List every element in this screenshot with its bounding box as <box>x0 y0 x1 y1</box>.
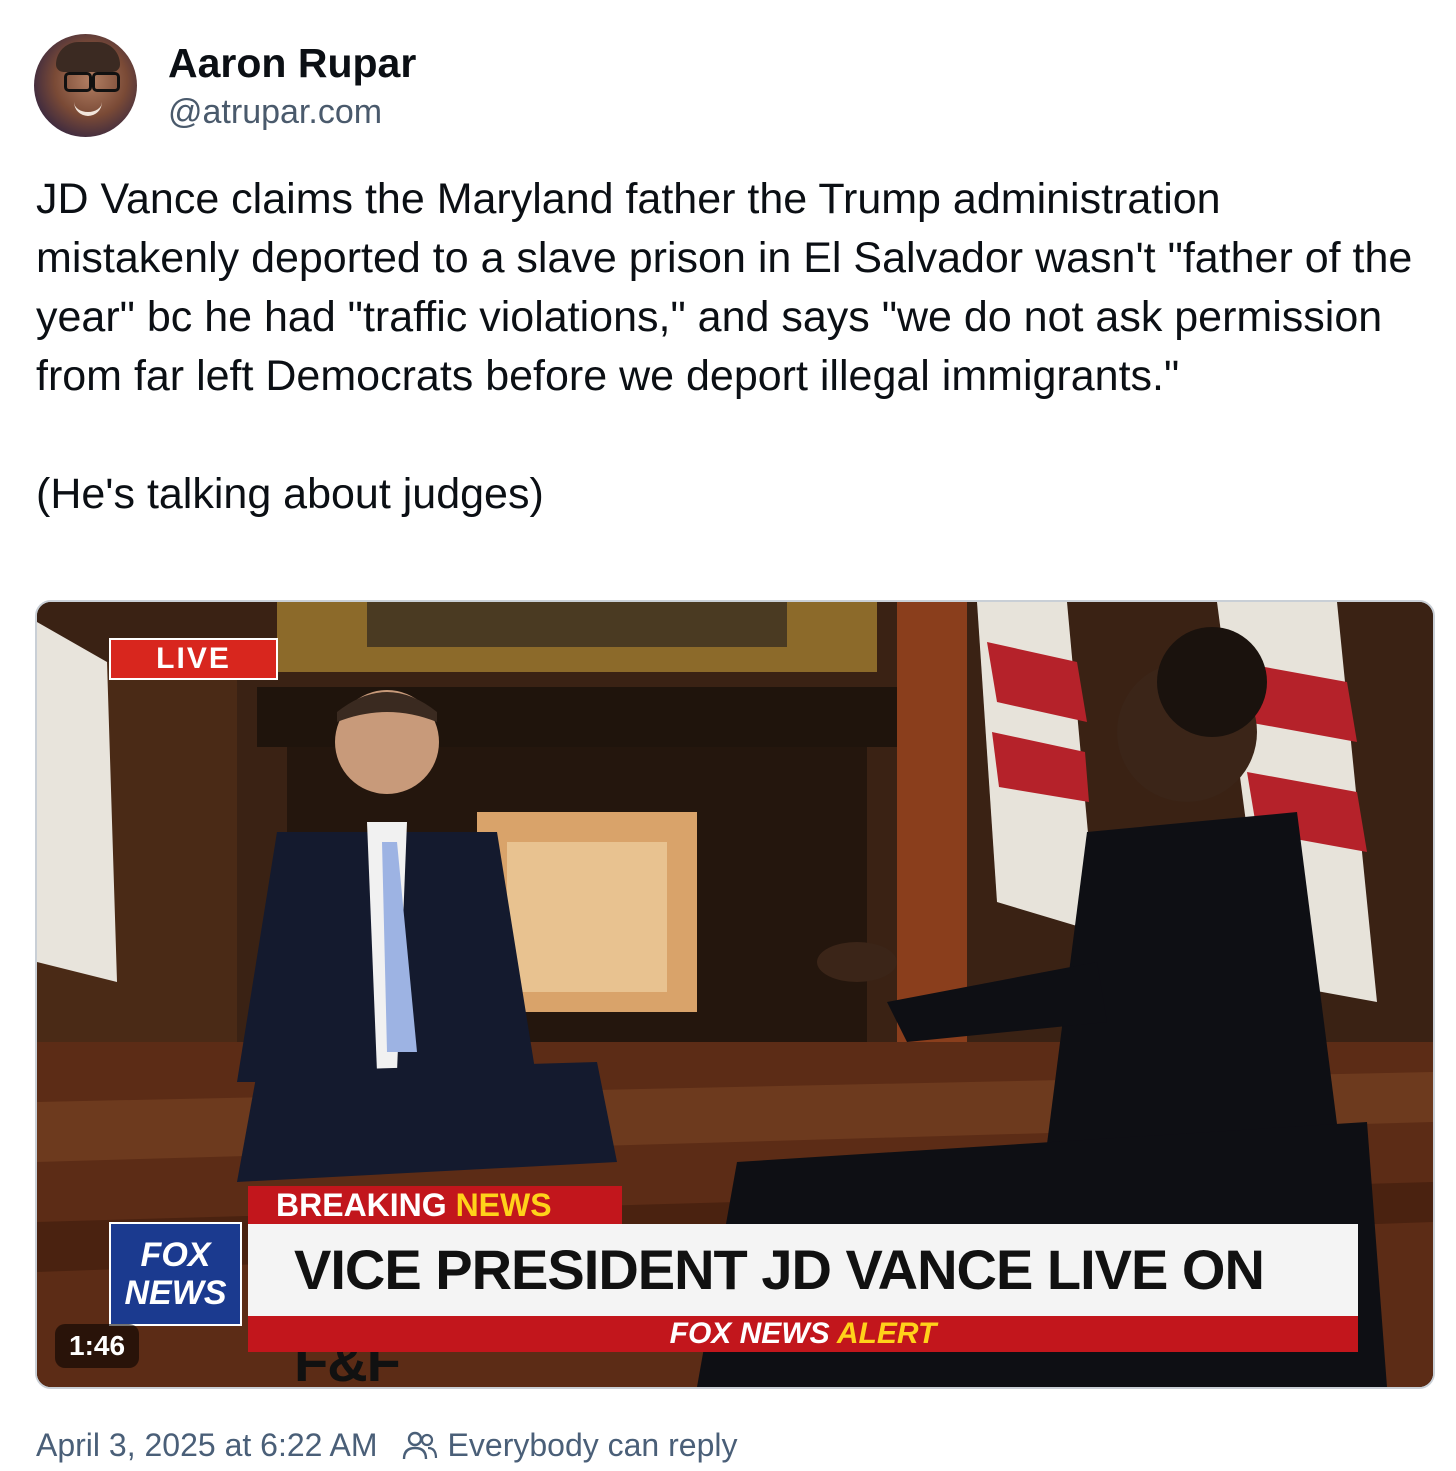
fox-news-logo: FOX NEWS <box>109 1222 242 1326</box>
video-duration-badge: 1:46 <box>55 1324 140 1368</box>
avatar-glasses-right <box>92 72 120 92</box>
post-text-paragraph-2: (He's talking about judges) <box>36 470 544 518</box>
video-player[interactable]: LIVE BREAKING NEWS VICE PRESIDENT JD VAN… <box>35 600 1435 1389</box>
reply-setting-label[interactable]: Everybody can reply <box>448 1427 738 1464</box>
avatar-hair <box>56 42 120 72</box>
post-text-paragraph: JD Vance claims the Maryland father the … <box>36 175 1413 400</box>
people-icon <box>402 1431 437 1459</box>
fox-news-alert-bar: FOX NEWS ALERT <box>248 1316 1358 1352</box>
alert-prefix: FOX NEWS <box>669 1317 830 1350</box>
breaking-word: BREAKING <box>276 1187 447 1223</box>
author-handle[interactable]: @atrupar.com <box>168 93 382 132</box>
live-badge: LIVE <box>109 638 278 680</box>
post-footer: April 3, 2025 at 6:22 AM Everybody can r… <box>36 1427 737 1464</box>
logo-line-2: NEWS <box>124 1274 227 1312</box>
news-word: NEWS <box>455 1187 552 1223</box>
logo-line-1: FOX <box>140 1236 211 1274</box>
author-name[interactable]: Aaron Rupar <box>168 40 416 87</box>
alert-suffix: ALERT <box>836 1317 937 1350</box>
post-body: JD Vance claims the Maryland father the … <box>36 170 1421 524</box>
post-timestamp[interactable]: April 3, 2025 at 6:22 AM <box>36 1427 378 1464</box>
chyron-headline: VICE PRESIDENT JD VANCE LIVE ON F&F <box>248 1224 1358 1387</box>
breaking-news-banner: BREAKING NEWS <box>248 1186 622 1224</box>
avatar-smile <box>74 102 102 116</box>
author-avatar[interactable] <box>34 34 137 137</box>
avatar-glasses-left <box>64 72 92 92</box>
